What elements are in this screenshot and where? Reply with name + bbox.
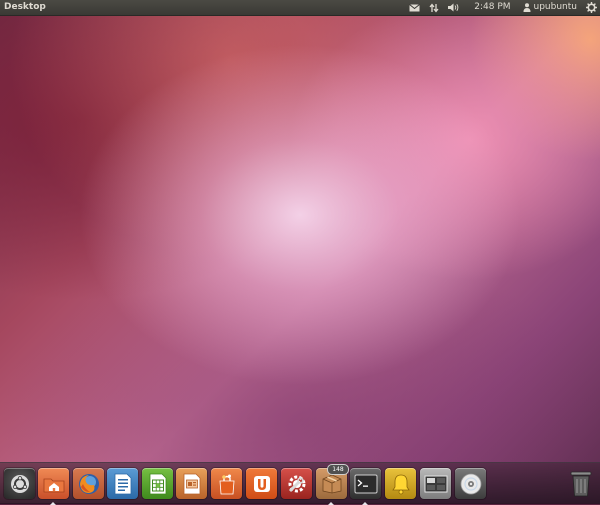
package-icon (322, 474, 341, 493)
launcher-dock: 148 (0, 462, 600, 505)
ubuntu-logo-icon (10, 474, 29, 493)
disc-icon (460, 473, 481, 494)
launcher-notifications[interactable] (385, 468, 416, 499)
home-folder-icon (43, 478, 64, 492)
terminal-icon (354, 474, 377, 493)
launcher-libreoffice-writer[interactable] (107, 468, 138, 499)
launcher-ubuntu-one[interactable] (246, 468, 277, 499)
top-panel: Desktop 2:48 PM upubuntu (0, 0, 600, 16)
impress-icon (183, 473, 200, 494)
launcher-trash[interactable] (565, 468, 596, 499)
launcher-system-settings[interactable] (281, 468, 312, 499)
launcher-libreoffice-calc[interactable] (142, 468, 173, 499)
trash-icon (570, 471, 591, 496)
update-count-badge: 148 (327, 464, 349, 475)
gear-icon[interactable] (586, 0, 597, 15)
launcher-libreoffice-impress[interactable] (176, 468, 207, 499)
shopping-bag-icon (219, 474, 234, 494)
launcher-software-center[interactable] (211, 468, 242, 499)
settings-wrench-icon (288, 475, 305, 492)
calc-icon (149, 473, 166, 494)
launcher-firefox[interactable] (73, 468, 104, 499)
writer-icon (114, 473, 131, 494)
launcher-workspace-switcher[interactable] (420, 468, 451, 499)
launcher-update-manager[interactable]: 148 (316, 464, 349, 499)
volume-icon[interactable] (448, 0, 460, 15)
user-menu[interactable]: upubuntu (523, 0, 577, 15)
user-name: upubuntu (533, 2, 577, 12)
mail-icon[interactable] (409, 0, 421, 15)
firefox-icon (78, 473, 99, 494)
ubuntu-one-icon (253, 475, 270, 492)
user-icon (523, 3, 531, 12)
launcher-cd-drive[interactable] (455, 468, 486, 499)
bell-icon (391, 474, 410, 494)
workspace-icon (424, 475, 447, 492)
clock[interactable]: 2:48 PM (474, 0, 510, 15)
network-icon[interactable] (429, 0, 439, 15)
ubuntu-button[interactable] (4, 468, 35, 499)
desktop-wallpaper[interactable] (0, 0, 600, 503)
launcher-terminal[interactable] (350, 468, 381, 499)
window-title: Desktop (4, 2, 46, 12)
indicator-area: 2:48 PM upubuntu (400, 0, 597, 15)
launcher-home-folder[interactable] (38, 468, 69, 499)
